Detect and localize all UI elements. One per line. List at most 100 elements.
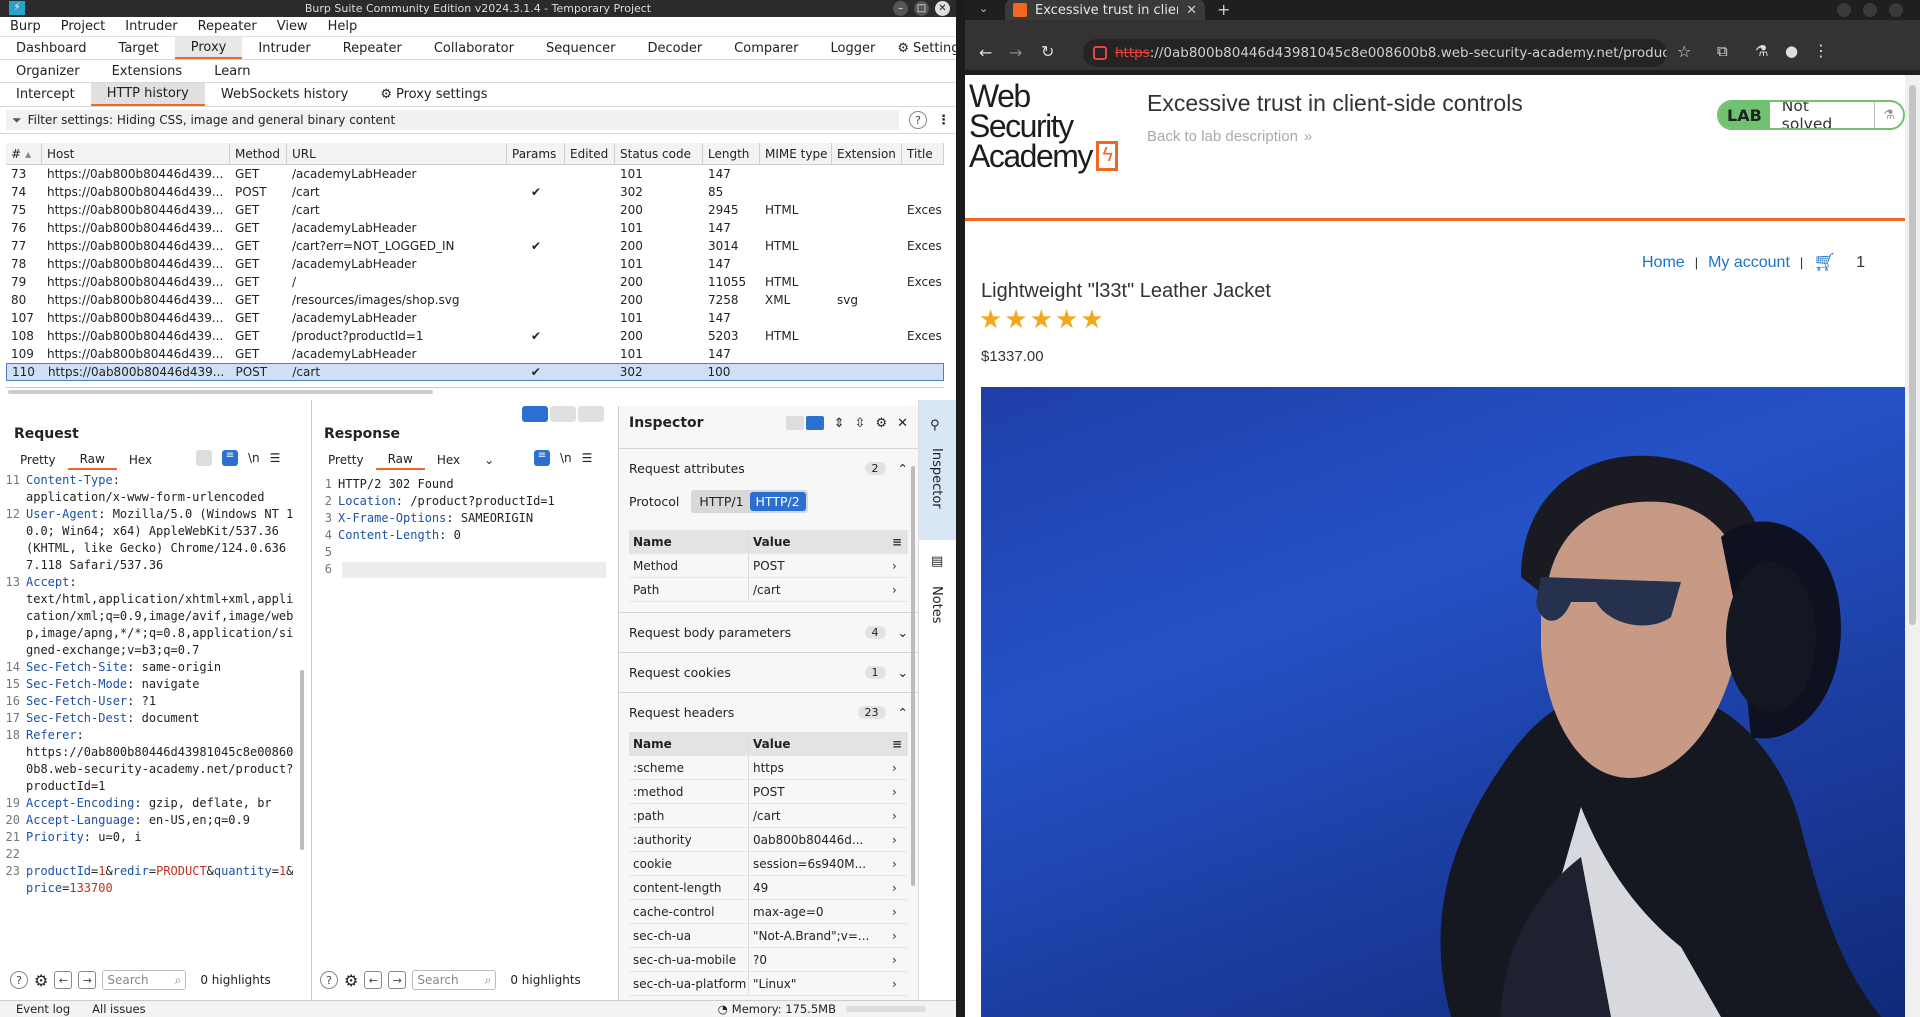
menu-project[interactable]: Project (51, 19, 115, 34)
header-row[interactable]: sec-ch-ua-platform "Linux" › (629, 972, 908, 996)
inspector-list-view-icon[interactable] (785, 416, 804, 430)
table-row[interactable]: 75 https://0ab800b80446d439... GET/cart 200… (6, 201, 944, 219)
col-number[interactable]: # ▴ (6, 143, 42, 164)
forward-arrow-icon[interactable]: → (388, 971, 407, 989)
nav-home[interactable]: Home (1642, 254, 1685, 272)
nav-my-account[interactable]: My account (1708, 254, 1790, 272)
tab-organizer[interactable]: Organizer (0, 60, 96, 82)
wsa-logo[interactable]: Web Security Academy ϟ (969, 80, 1129, 172)
close-icon[interactable]: ✕ (935, 1, 950, 16)
table-row[interactable]: 76 https://0ab800b80446d439... GET/academy… (6, 219, 944, 237)
table-row[interactable]: 74 https://0ab800b80446d439... POST/cart ✔ 3… (6, 183, 944, 201)
col-length[interactable]: Length (703, 143, 760, 164)
hide-icon[interactable] (196, 450, 212, 466)
newline-icon[interactable]: \n (560, 451, 572, 465)
header-row[interactable]: cookie session=6s940M... › (629, 852, 908, 876)
minimize-icon[interactable]: – (893, 1, 908, 16)
response-tab-pretty[interactable]: Pretty (316, 450, 376, 470)
protocol-http2[interactable]: HTTP/2 (749, 491, 806, 511)
maximize-icon[interactable]: □ (914, 1, 929, 16)
page-scrollbar[interactable] (1905, 75, 1920, 1017)
tab-list-chevron-icon[interactable]: ⌄ (979, 2, 988, 15)
col-host[interactable]: Host (42, 143, 230, 164)
subtab-intercept[interactable]: Intercept (0, 83, 91, 106)
column-options-icon[interactable]: ≡ (892, 535, 908, 549)
not-secure-icon[interactable] (1093, 46, 1107, 60)
inspector-close-icon[interactable]: ✕ (897, 416, 908, 431)
col-edited[interactable]: Edited (565, 143, 615, 164)
section-headers[interactable]: Request headers 23 ⌃ (619, 692, 918, 732)
section-body-params[interactable]: Request body parameters 4 ⌄ (619, 612, 918, 652)
expand-all-icon[interactable]: ⇕ (834, 416, 845, 431)
tab-repeater[interactable]: Repeater (327, 37, 418, 59)
col-mime[interactable]: MIME type (760, 143, 832, 164)
table-row[interactable]: 79 https://0ab800b80446d439... GET / 200 1105… (6, 273, 944, 291)
subtab-proxy-settings[interactable]: ⚙ Proxy settings (364, 83, 503, 106)
help-icon[interactable]: ? (909, 111, 927, 129)
back-to-lab-link[interactable]: Back to lab description» (1147, 128, 1312, 145)
back-icon[interactable]: ← (979, 43, 992, 62)
tab-sequencer[interactable]: Sequencer (530, 37, 631, 59)
request-scrollbar[interactable] (300, 670, 304, 850)
tab-learn[interactable]: Learn (198, 60, 266, 82)
response-tab-hex[interactable]: Hex (425, 450, 472, 470)
browser-maximize-icon[interactable] (1863, 3, 1877, 17)
menu-burp[interactable]: Burp (0, 19, 51, 34)
col-method[interactable]: Method (230, 143, 287, 164)
kebab-menu-icon[interactable]: ⋮ (937, 113, 950, 128)
col-params[interactable]: Params (507, 143, 565, 164)
col-status[interactable]: Status code (615, 143, 703, 164)
menu-view[interactable]: View (267, 19, 318, 34)
help-icon[interactable]: ? (10, 971, 28, 989)
settings-gear-icon[interactable]: ⚙ (344, 971, 358, 990)
help-icon[interactable]: ? (320, 971, 338, 989)
browser-minimize-icon[interactable] (1837, 3, 1851, 17)
table-hscrollbar[interactable] (8, 390, 433, 394)
subtab-websockets-history[interactable]: WebSockets history (205, 83, 364, 106)
header-row[interactable]: cache-control max-age=0 › (629, 900, 908, 924)
layout-split-icon[interactable] (522, 406, 548, 422)
forward-icon[interactable]: → (1009, 43, 1022, 62)
menu-intruder[interactable]: Intruder (115, 19, 187, 34)
column-options-icon[interactable]: ≡ (892, 737, 908, 751)
table-row[interactable]: 80 https://0ab800b80446d439... GET/resourc… (6, 291, 944, 309)
tab-target[interactable]: Target (103, 37, 175, 59)
tab-intruder[interactable]: Intruder (242, 37, 326, 59)
tab-comparer[interactable]: Comparer (718, 37, 814, 59)
wrap-icon[interactable]: ≡ (534, 450, 550, 466)
attr-row-method[interactable]: Method POST › (629, 554, 908, 578)
header-row[interactable]: :method POST › (629, 780, 908, 804)
browser-tab[interactable]: Excessive trust in client-s ✕ (1005, 0, 1205, 21)
page-scroll-thumb[interactable] (1909, 85, 1916, 625)
table-row[interactable]: 77 https://0ab800b80446d439... GET/cart?er… (6, 237, 944, 255)
response-search-input[interactable]: Search ⌕ (412, 970, 497, 990)
browser-menu-icon[interactable]: ⋮ (1813, 41, 1829, 60)
menu-repeater[interactable]: Repeater (188, 19, 267, 34)
request-editor[interactable]: 11 Content-Type: application/x-www-form-u… (4, 472, 294, 957)
event-log-link[interactable]: Event log (16, 1002, 70, 1016)
tab-close-icon[interactable]: ✕ (1186, 3, 1197, 18)
reload-icon[interactable]: ↻ (1041, 42, 1054, 61)
tab-settings[interactable]: ⚙Settings (891, 37, 956, 59)
back-arrow-icon[interactable]: ← (54, 971, 73, 989)
response-tab-raw[interactable]: Raw (375, 450, 425, 470)
tab-logger[interactable]: Logger (815, 37, 892, 59)
filter-settings[interactable]: ⏷ Filter settings: Hiding CSS, image and… (6, 110, 899, 130)
col-extension[interactable]: Extension (832, 143, 902, 164)
table-row[interactable]: 108 https://0ab800b80446d439... GET/produc… (6, 327, 944, 345)
request-tab-raw[interactable]: Raw (67, 450, 117, 470)
table-row[interactable]: 78 https://0ab800b80446d439... GET/academy… (6, 255, 944, 273)
profile-icon[interactable]: ● (1785, 42, 1798, 60)
layout-single-icon[interactable] (578, 406, 604, 422)
request-tab-pretty[interactable]: Pretty (8, 450, 68, 470)
wrap-icon[interactable]: ≡ (222, 450, 238, 466)
header-row[interactable]: :scheme https › (629, 756, 908, 780)
settings-gear-icon[interactable]: ⚙ (34, 971, 48, 990)
layout-horizontal-icon[interactable] (550, 406, 576, 422)
back-arrow-icon[interactable]: ← (364, 971, 383, 989)
new-tab-icon[interactable]: + (1217, 0, 1230, 19)
col-url[interactable]: URL (287, 143, 507, 164)
tab-dashboard[interactable]: Dashboard (0, 37, 103, 59)
inspector-split-view-icon[interactable] (805, 416, 824, 430)
section-request-attributes[interactable]: Request attributes 2 ⌃ (619, 448, 918, 488)
